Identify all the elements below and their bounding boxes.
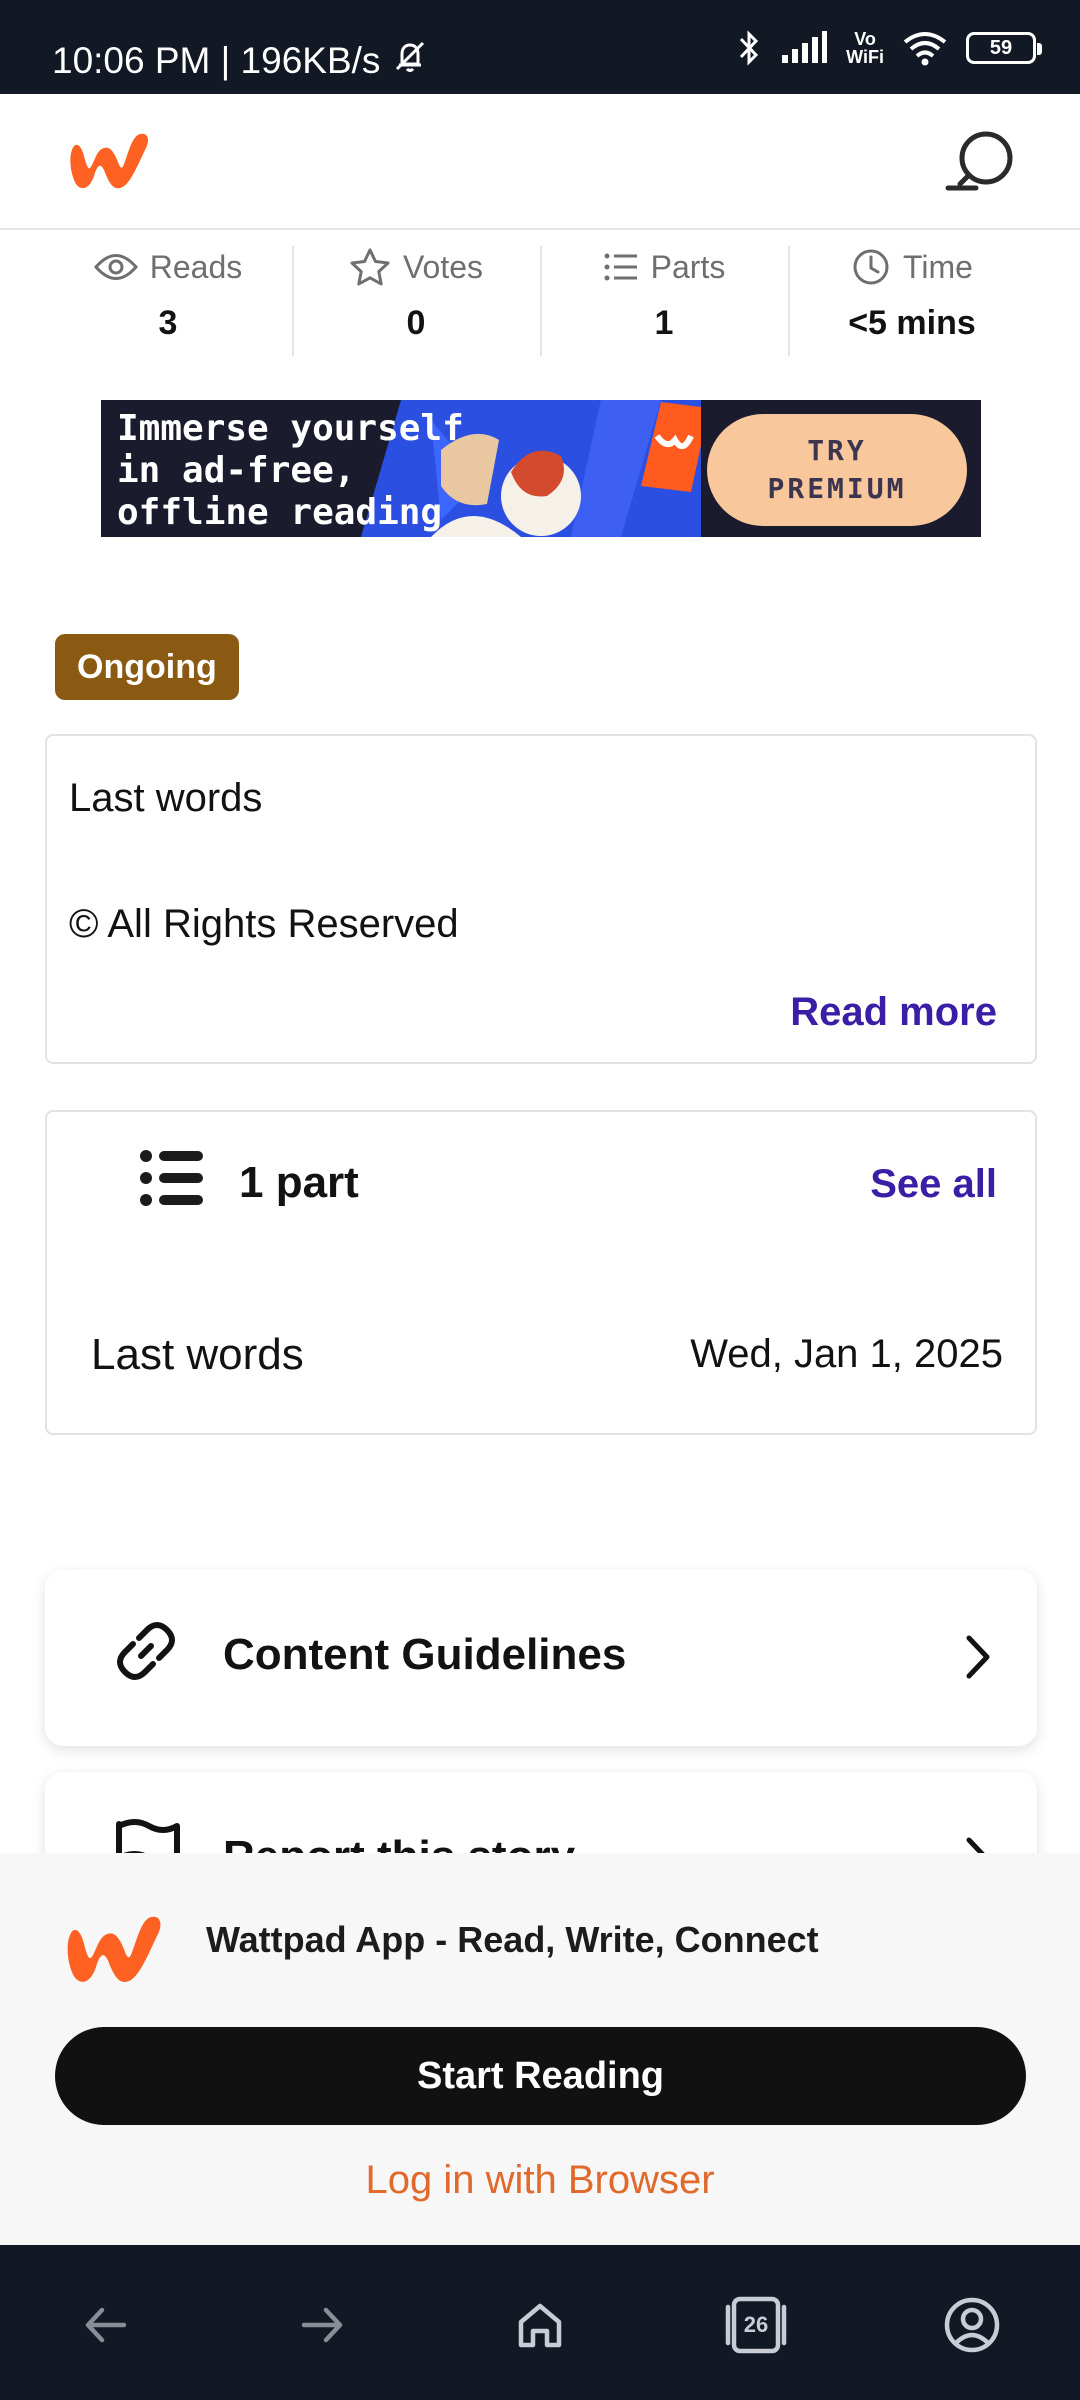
muted-bell-icon — [390, 36, 430, 85]
forward-button[interactable] — [286, 2289, 358, 2361]
premium-banner[interactable]: Immerse yourself in ad-free, offline rea… — [101, 400, 981, 537]
status-right: Vo WiFi 59 — [736, 28, 1042, 68]
signal-icon — [780, 31, 828, 65]
list-icon — [604, 253, 637, 281]
try-premium-line2: PREMIUM — [767, 472, 907, 505]
status-time-speed: 10:06 PM | 196KB/s — [52, 39, 381, 81]
table-of-contents-icon — [140, 1150, 203, 1206]
account-icon — [944, 2297, 1000, 2353]
bluetooth-icon — [736, 28, 762, 68]
stat-reads-value: 3 — [158, 304, 178, 342]
clock-icon — [853, 249, 889, 285]
story-description: Last words — [69, 776, 263, 820]
content-guidelines-label: Content Guidelines — [223, 1630, 627, 1679]
status-bar: 10:06 PM | 196KB/s Vo WiFi 59 — [0, 0, 1080, 94]
chevron-right-icon — [966, 1635, 990, 1679]
app-header — [0, 94, 1080, 230]
stat-time-label: Time — [903, 248, 973, 285]
stat-parts-value: 1 — [654, 304, 674, 342]
status-left: 10:06 PM | 196KB/s — [52, 36, 430, 85]
stat-parts-label-row: Parts — [540, 240, 788, 294]
stat-parts: Parts 1 — [540, 240, 788, 358]
stat-time: Time <5 mins — [788, 240, 1036, 358]
stat-votes-value: 0 — [406, 304, 426, 342]
app-sheet-title: Wattpad App - Read, Write, Connect — [206, 1919, 819, 1960]
try-premium-button[interactable]: TRY PREMIUM — [707, 414, 967, 526]
stat-votes: Votes 0 — [292, 240, 540, 358]
tab-count: 26 — [743, 2312, 769, 2337]
wattpad-app-logo-icon — [60, 1905, 170, 1994]
browser-navigation-bar: 26 — [0, 2245, 1080, 2400]
description-card: Last words © All Rights Reserved Read mo… — [45, 734, 1037, 1064]
parts-count-title: 1 part — [239, 1158, 359, 1207]
wifi-icon — [902, 30, 948, 66]
battery-indicator: 59 — [966, 32, 1042, 64]
wattpad-logo-icon[interactable] — [64, 124, 156, 199]
copyright-notice: © All Rights Reserved — [69, 902, 459, 946]
content-guidelines-card[interactable]: Content Guidelines — [45, 1570, 1037, 1746]
search-icon — [945, 131, 1013, 191]
stat-reads: Reads 3 — [44, 240, 292, 358]
arrow-left-icon — [85, 2307, 127, 2343]
parts-card: 1 part See all Last words Wed, Jan 1, 20… — [45, 1110, 1037, 1435]
star-icon — [350, 248, 390, 286]
search-button[interactable] — [940, 122, 1024, 206]
home-icon — [518, 2303, 562, 2348]
eye-icon — [93, 254, 138, 280]
read-more-link[interactable]: Read more — [790, 990, 997, 1035]
vowifi-indicator: Vo WiFi — [846, 30, 884, 66]
app-install-sheet: Wattpad App - Read, Write, Connect Start… — [0, 1853, 1080, 2245]
tabs-button[interactable]: 26 — [720, 2289, 792, 2361]
see-all-link[interactable]: See all — [870, 1162, 997, 1207]
stat-reads-label-row: Reads — [44, 240, 292, 294]
start-reading-button[interactable]: Start Reading — [55, 2027, 1026, 2125]
back-button[interactable] — [70, 2289, 142, 2361]
part-title[interactable]: Last words — [91, 1330, 304, 1380]
login-with-browser-link[interactable]: Log in with Browser — [0, 2158, 1080, 2203]
profile-button[interactable] — [936, 2289, 1008, 2361]
stat-reads-label: Reads — [149, 248, 243, 285]
stat-parts-label: Parts — [650, 248, 726, 285]
stat-time-value: <5 mins — [848, 304, 976, 342]
try-premium-line1: TRY — [807, 434, 867, 467]
vowifi-top-text: Vo — [854, 29, 876, 49]
banner-text: Immerse yourself in ad-free, offline rea… — [117, 408, 464, 533]
story-stats: Reads 3 Votes 0 Parts 1 Time <5 mins — [44, 240, 1036, 358]
stat-time-label-row: Time — [788, 240, 1036, 294]
part-date: Wed, Jan 1, 2025 — [690, 1332, 1003, 1376]
story-status-badge: Ongoing — [55, 634, 239, 700]
home-button[interactable] — [504, 2289, 576, 2361]
stat-votes-label: Votes — [402, 248, 484, 285]
arrow-right-icon — [301, 2307, 343, 2343]
link-icon — [117, 1622, 175, 1680]
stat-votes-label-row: Votes — [292, 240, 540, 294]
vowifi-bottom-text: WiFi — [846, 47, 884, 67]
